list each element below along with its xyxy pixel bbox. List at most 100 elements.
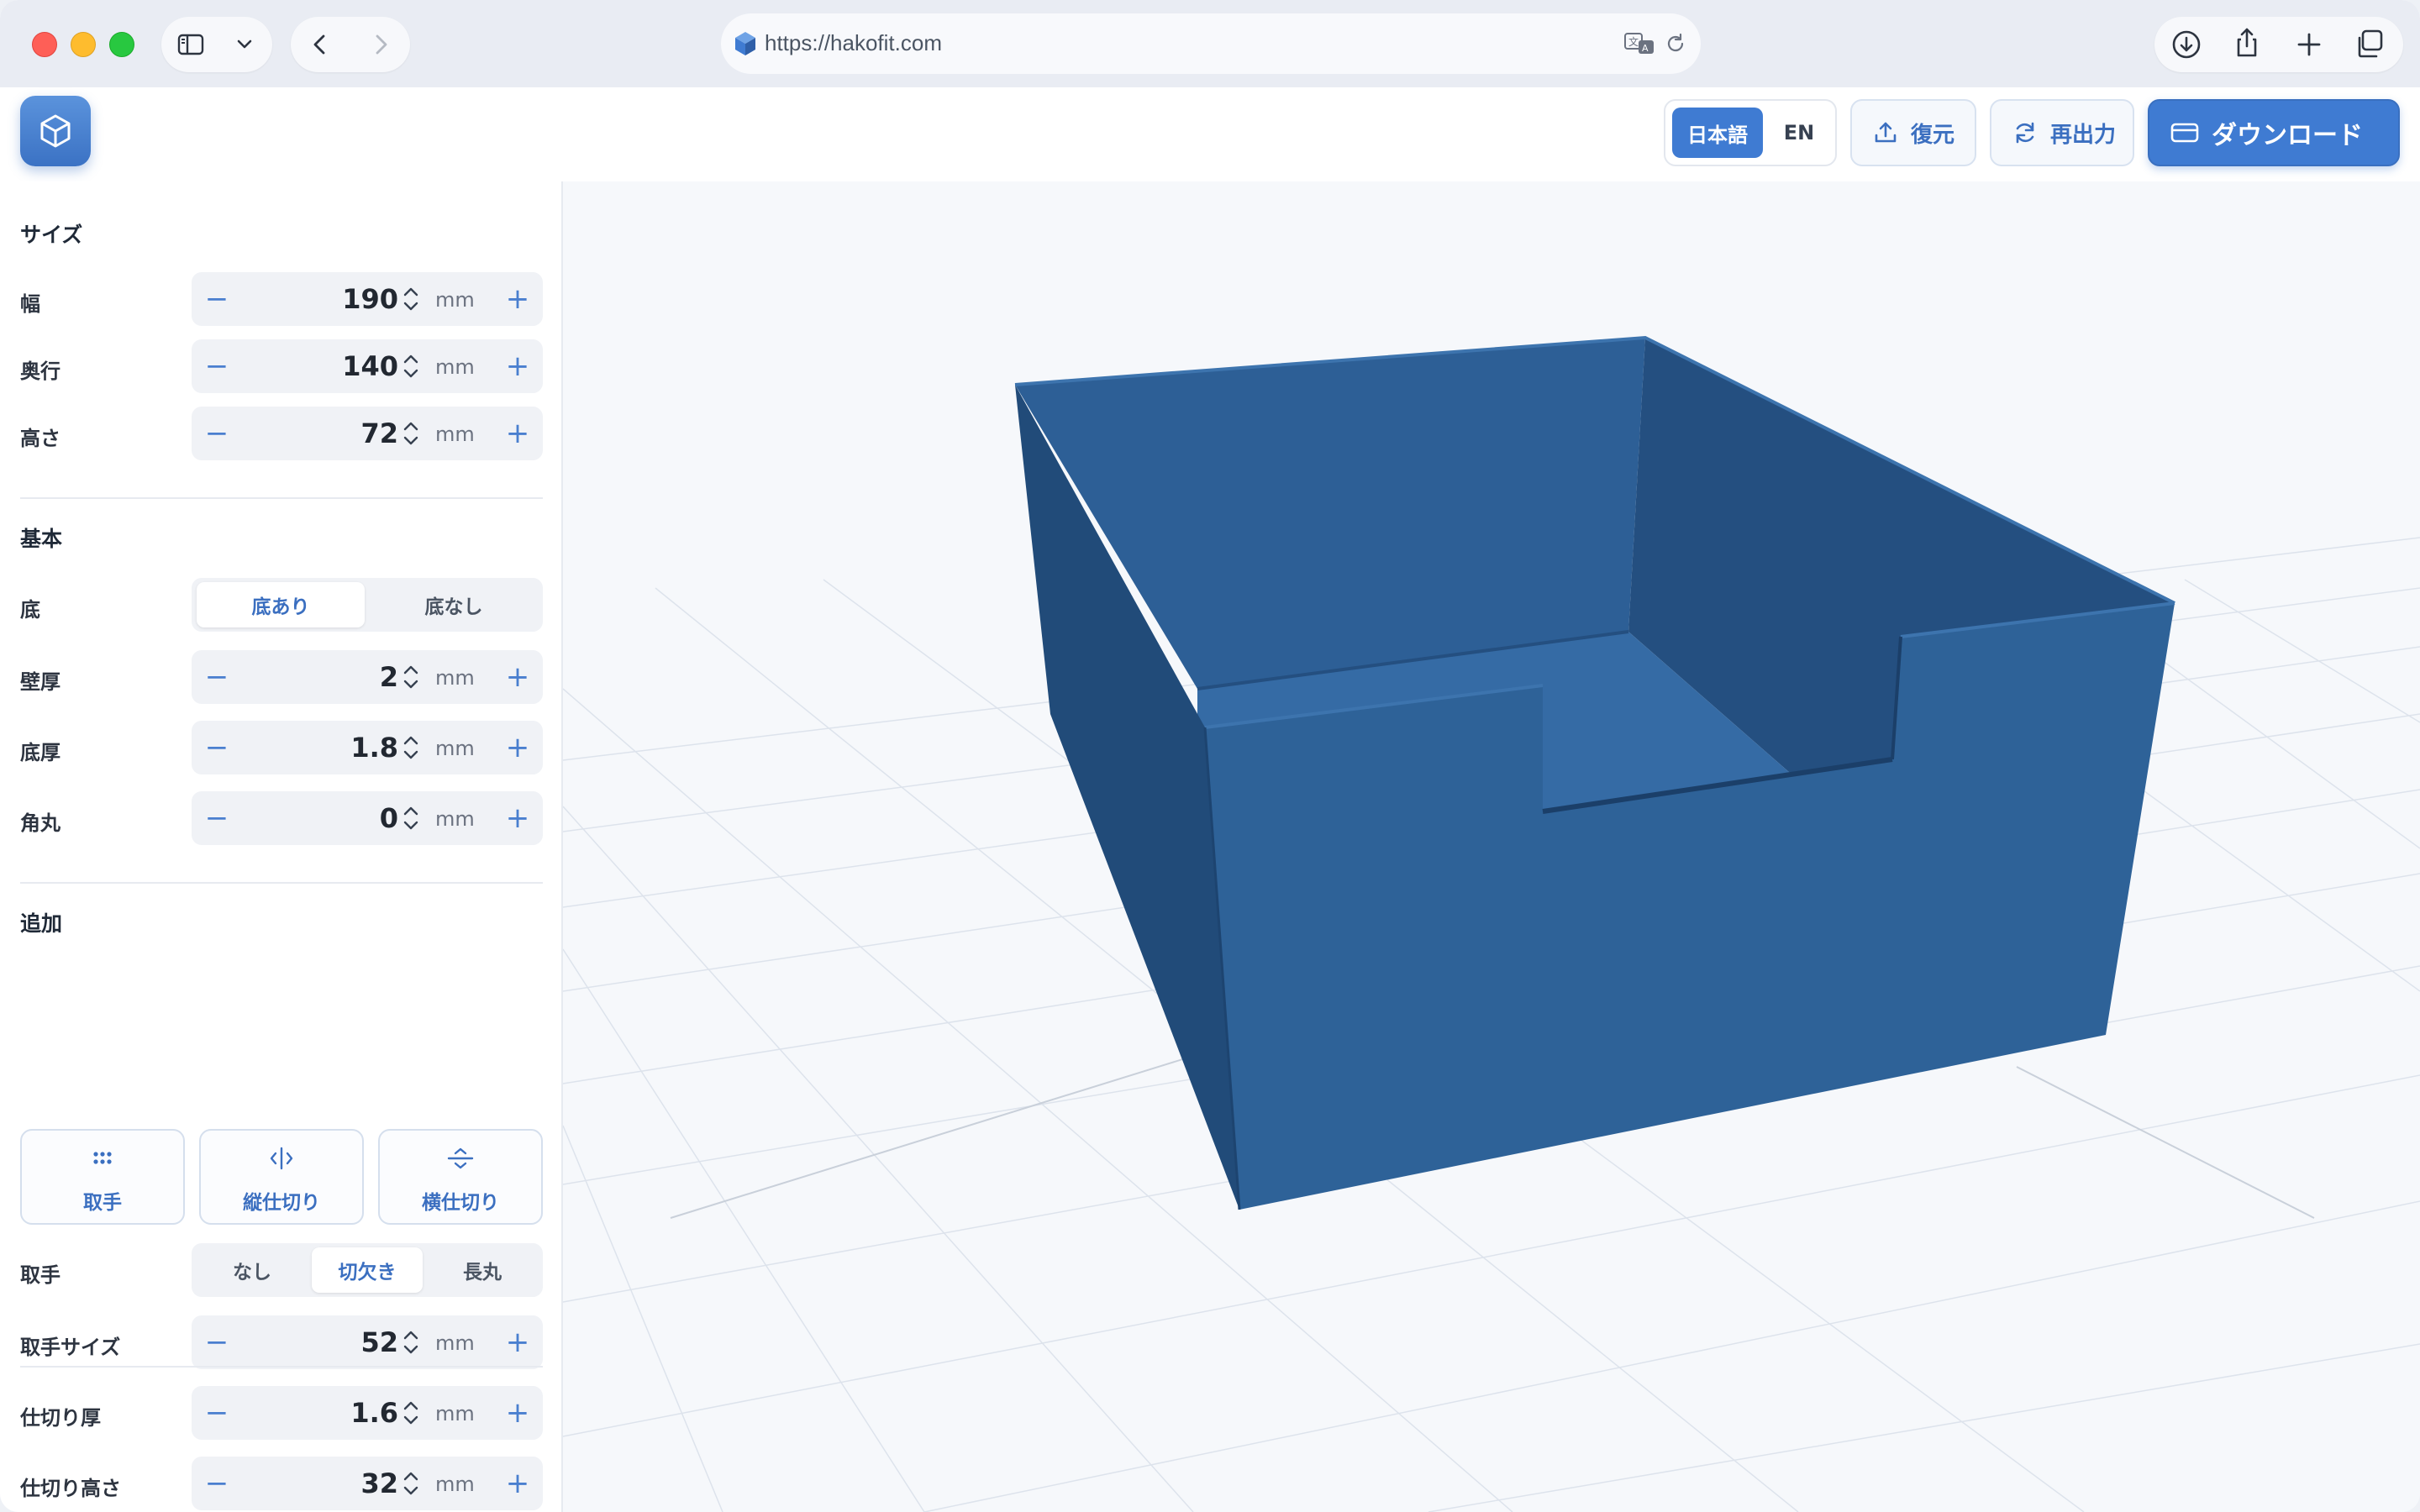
card-icon (2170, 123, 2199, 143)
wall-label: 壁厚 (20, 670, 60, 694)
divider-height-decrement-button[interactable]: − (192, 1457, 242, 1510)
height-value[interactable]: 72 (360, 417, 398, 449)
divider-height-unit: mm (435, 1473, 475, 1496)
depth-decrement-button[interactable]: − (192, 339, 242, 393)
divider-thickness-spinner-icon[interactable] (402, 1398, 420, 1428)
svg-text:文: 文 (1628, 35, 1639, 48)
divider-thickness-decrement-button[interactable]: − (192, 1386, 242, 1440)
add-vertical-divider-card[interactable]: 縦仕切り (199, 1129, 364, 1225)
vertical-split-icon (270, 1147, 293, 1170)
depth-value[interactable]: 140 (342, 350, 398, 382)
width-value[interactable]: 190 (342, 283, 398, 315)
radius-decrement-button[interactable]: − (192, 791, 242, 845)
add-horizontal-divider-card[interactable]: 横仕切り (378, 1129, 543, 1225)
handle-slot-option[interactable]: 長丸 (427, 1247, 538, 1293)
divider-height-spinner-icon[interactable] (402, 1468, 420, 1499)
address-bar[interactable]: https://hakofit.com 文 A (721, 13, 1701, 74)
handle-size-stepper: − 52 mm + (192, 1315, 543, 1369)
divider-thickness-value[interactable]: 1.6 (350, 1397, 398, 1429)
section-divider-bottom (20, 1366, 543, 1368)
height-stepper: − 72 mm + (192, 407, 543, 460)
divider-thickness-unit: mm (435, 1402, 475, 1425)
bottom-without-option[interactable]: 底なし (370, 582, 538, 627)
width-increment-button[interactable]: + (492, 272, 543, 326)
horizontal-split-icon (447, 1147, 474, 1169)
width-decrement-button[interactable]: − (192, 272, 242, 326)
reload-icon[interactable] (1664, 32, 1687, 55)
handle-size-unit: mm (435, 1331, 475, 1355)
height-increment-button[interactable]: + (492, 407, 543, 460)
upload-icon (1875, 122, 1897, 143)
refresh-icon (2016, 122, 2034, 144)
handle-label: 取手 (20, 1263, 60, 1287)
divider-height-stepper: − 32 mm + (192, 1457, 543, 1510)
divider-thickness-stepper: − 1.6 mm + (192, 1386, 543, 1440)
bottom-with-option[interactable]: 底あり (197, 582, 365, 627)
download-label: ダウンロード (2212, 121, 2363, 150)
lang-en-button[interactable]: EN (1768, 108, 1830, 158)
handle-size-increment-button[interactable]: + (492, 1315, 543, 1369)
floor-increment-button[interactable]: + (492, 721, 543, 774)
depth-spinner-icon[interactable] (402, 351, 420, 381)
floor-decrement-button[interactable]: − (192, 721, 242, 774)
divider-thickness-increment-button[interactable]: + (492, 1386, 543, 1440)
add-vertical-divider-label: 縦仕切り (243, 1192, 320, 1214)
sidebar-icon[interactable] (176, 30, 205, 59)
share-icon[interactable] (2230, 26, 2264, 60)
site-favicon-icon (735, 32, 755, 55)
divider-height-increment-button[interactable]: + (492, 1457, 543, 1510)
bottom-label: 底 (20, 598, 40, 622)
cube-icon (40, 114, 71, 148)
zoom-window-button[interactable] (109, 32, 134, 57)
box-model (1014, 335, 2175, 1210)
tab-overview-icon[interactable] (2353, 28, 2386, 61)
divider-height-value[interactable]: 32 (360, 1467, 398, 1499)
sidebar-toggle-group (161, 17, 272, 72)
chevron-down-icon[interactable] (230, 30, 259, 59)
floor-spinner-icon[interactable] (402, 732, 420, 763)
divider-thickness-label: 仕切り厚 (20, 1406, 101, 1430)
handle-none-option[interactable]: なし (197, 1247, 308, 1293)
browser-actions-group (2154, 17, 2403, 72)
handle-size-label: 取手サイズ (20, 1336, 121, 1359)
app-logo[interactable] (20, 96, 91, 166)
radius-increment-button[interactable]: + (492, 791, 543, 845)
height-spinner-icon[interactable] (402, 418, 420, 449)
floor-value[interactable]: 1.8 (350, 732, 398, 764)
handle-size-decrement-button[interactable]: − (192, 1315, 242, 1369)
close-window-button[interactable] (32, 32, 57, 57)
model-preview-canvas[interactable] (562, 181, 2420, 1512)
section-title-size: サイズ (20, 223, 83, 247)
translate-icon[interactable]: 文 A (1623, 30, 1657, 57)
height-label: 高さ (20, 427, 60, 450)
width-spinner-icon[interactable] (402, 284, 420, 314)
minimize-window-button[interactable] (71, 32, 96, 57)
handle-size-value[interactable]: 52 (360, 1326, 398, 1358)
radius-spinner-icon[interactable] (402, 803, 420, 833)
forward-icon[interactable] (366, 30, 395, 59)
wall-unit: mm (435, 666, 475, 690)
handle-size-spinner-icon[interactable] (402, 1327, 420, 1357)
wall-stepper: − 2 mm + (192, 650, 543, 704)
radius-value[interactable]: 0 (380, 802, 398, 834)
lang-ja-button[interactable]: 日本語 (1672, 108, 1763, 158)
wall-value[interactable]: 2 (380, 661, 398, 693)
depth-increment-button[interactable]: + (492, 339, 543, 393)
download-button[interactable]: ダウンロード (2148, 99, 2400, 166)
rerender-button[interactable]: 再出力 (1990, 99, 2134, 166)
depth-label: 奥行 (20, 360, 60, 383)
new-tab-icon[interactable] (2292, 28, 2326, 61)
model-viewport[interactable] (562, 181, 2420, 1512)
wall-decrement-button[interactable]: − (192, 650, 242, 704)
height-decrement-button[interactable]: − (192, 407, 242, 460)
back-icon[interactable] (306, 30, 334, 59)
handle-type-toggle: なし 切欠き 長丸 (192, 1243, 543, 1297)
add-horizontal-divider-label: 横仕切り (422, 1192, 499, 1214)
wall-increment-button[interactable]: + (492, 650, 543, 704)
add-handle-card[interactable]: 取手 (20, 1129, 185, 1225)
download-circle-icon[interactable] (2170, 28, 2203, 61)
restore-button[interactable]: 復元 (1850, 99, 1976, 166)
handle-notch-option[interactable]: 切欠き (312, 1247, 423, 1293)
wall-spinner-icon[interactable] (402, 662, 420, 692)
browser-toolbar: https://hakofit.com 文 A (0, 0, 2420, 87)
